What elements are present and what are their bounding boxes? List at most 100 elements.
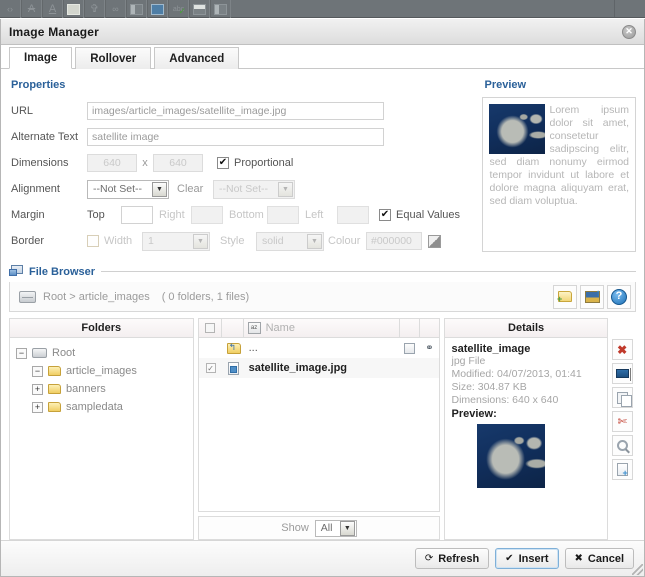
folder-icon <box>48 384 61 394</box>
url-row: URL images/article_images/satellite_imag… <box>9 99 474 123</box>
unlink-icon[interactable]: ∞ <box>105 0 126 18</box>
border-row: Border ✓ Width 1 ▼ Style solid ▼ Colour … <box>9 229 474 253</box>
view-icon[interactable] <box>611 435 633 456</box>
margin-bottom-label: Bottom <box>229 209 264 221</box>
source-code-icon[interactable]: ‹› <box>0 0 21 18</box>
copy-icon[interactable] <box>611 387 633 408</box>
new-folder-icon[interactable]: + <box>553 284 577 309</box>
equal-values-checkbox[interactable]: ✔ <box>379 209 391 221</box>
tree-node-article-images[interactable]: − article_images <box>14 362 189 380</box>
browser-toolbar: + ? <box>550 284 631 309</box>
tree-node-root[interactable]: − Root <box>14 344 189 362</box>
clear-label: Clear <box>177 183 204 195</box>
margin-top-input[interactable] <box>121 206 153 224</box>
file-name[interactable]: ... <box>245 342 400 354</box>
equal-values-label: Equal Values <box>396 209 461 221</box>
tree-node-banners[interactable]: + banners <box>14 380 189 398</box>
insert-image-icon[interactable] <box>147 0 168 18</box>
margin-label: Margin <box>11 209 45 221</box>
cut-icon[interactable]: ✄ <box>611 411 633 432</box>
alternate-text-input[interactable]: satellite image <box>87 128 384 146</box>
margin-bottom-input[interactable] <box>267 206 299 224</box>
tab-advanced[interactable]: Advanced <box>154 47 240 69</box>
name-header[interactable]: az Name <box>243 318 401 338</box>
insert-button[interactable]: ✔ Insert <box>495 548 559 569</box>
file-browser-heading: File Browser <box>29 265 96 278</box>
dialog-title-bar: Image Manager ✕ <box>1 19 644 45</box>
expand-toggle-icon[interactable]: + <box>32 383 43 395</box>
help-icon[interactable]: ? <box>607 284 631 309</box>
paste-icon[interactable] <box>611 459 633 480</box>
height-input[interactable]: 640 <box>153 154 203 172</box>
detail-modified: Modified: 04/07/2013, 01:41 <box>451 368 582 380</box>
url-label: URL <box>11 105 34 117</box>
folders-tree: − Root − article_images + banners + samp… <box>9 338 194 540</box>
row-checkbox-cell[interactable]: ✓ <box>199 363 223 373</box>
expand-toggle-icon[interactable]: + <box>32 401 43 413</box>
margin-left-input[interactable] <box>337 206 369 224</box>
list-item[interactable]: ... ⚭ <box>199 338 440 358</box>
tree-node-sampledata[interactable]: + sampledata <box>14 398 189 416</box>
refresh-label: Refresh <box>438 552 480 565</box>
cancel-button[interactable]: ✖ Cancel <box>564 548 634 569</box>
breadcrumb[interactable]: Root > article_images <box>43 291 150 303</box>
border-style-label: Style <box>220 235 245 247</box>
alternate-text-label: Alternate Text <box>11 131 79 143</box>
list-item[interactable]: ✓ satellite_image.jpg <box>198 358 440 378</box>
refresh-button[interactable]: ⟳ Refresh <box>414 548 490 569</box>
strikethrough-icon[interactable]: A <box>21 0 42 18</box>
horizontal-rule-icon[interactable] <box>126 0 147 18</box>
border-width-select[interactable]: 1 ▼ <box>142 231 210 251</box>
chevron-down-icon: ▼ <box>278 181 293 197</box>
preview-image <box>489 104 546 154</box>
show-select[interactable]: All ▼ <box>314 519 357 537</box>
item-count: ( 0 folders, 1 files) <box>161 290 250 303</box>
upload-image-icon[interactable] <box>580 284 604 309</box>
detail-icon[interactable] <box>399 342 419 354</box>
border-colour-label: Colour <box>328 235 361 247</box>
collapse-toggle-icon[interactable]: − <box>16 347 27 359</box>
image-manager-dialog: Image Manager ✕ Image Rollover Advanced … <box>0 19 645 577</box>
border-checkbox[interactable]: ✓ <box>87 235 99 247</box>
close-icon[interactable]: ✕ <box>622 24 636 39</box>
page-title: Image Manager <box>9 24 99 39</box>
preview-heading: Preview <box>484 79 527 91</box>
alignment-select[interactable]: --Not Set-- ▼ <box>87 179 169 199</box>
tab-image[interactable]: Image <box>9 47 73 69</box>
browser-columns: Folders − Root − article_images + banner… <box>9 318 636 540</box>
url-input[interactable]: images/article_images/satellite_image.jp… <box>87 102 384 120</box>
spellcheck-icon[interactable]: abc ✓ <box>168 0 189 18</box>
table-icon[interactable] <box>189 0 210 18</box>
proportional-label: Proportional <box>234 157 294 169</box>
pagebreak-icon[interactable]: ✞ <box>84 0 105 18</box>
dialog-footer: ⟳ Refresh ✔ Insert ✖ Cancel <box>1 540 644 576</box>
proportional-checkbox[interactable]: ✔ <box>217 157 229 169</box>
row-checkbox[interactable]: ✓ <box>205 363 216 373</box>
margin-row: Margin Top Right Bottom Left ✔ Equal Val… <box>9 203 474 227</box>
detail-preview-image <box>477 424 546 488</box>
width-input[interactable]: 640 <box>87 154 137 172</box>
rename-icon[interactable] <box>611 363 633 384</box>
margin-right-input[interactable] <box>191 206 223 224</box>
margin-right-label: Right <box>159 209 185 221</box>
preview-binoculars-icon[interactable]: ⚭ <box>419 343 439 354</box>
tab-rollover[interactable]: Rollover <box>75 47 152 69</box>
template-icon[interactable] <box>210 0 231 18</box>
chevron-down-icon: ▼ <box>152 181 167 197</box>
resize-grip[interactable] <box>632 564 643 575</box>
select-all-checkbox[interactable] <box>204 323 215 333</box>
border-label: Border <box>11 235 45 247</box>
files-column: az Name ... ⚭ <box>197 318 441 540</box>
border-style-select[interactable]: solid ▼ <box>256 231 324 251</box>
colour-picker-icon[interactable] <box>428 234 441 248</box>
detail-preview-label: Preview: <box>451 408 497 420</box>
legend-rule <box>101 271 636 272</box>
file-name[interactable]: satellite_image.jpg <box>245 362 400 374</box>
readmore-icon[interactable] <box>63 0 84 18</box>
collapse-toggle-icon[interactable]: − <box>32 365 43 377</box>
underline-icon[interactable]: A <box>42 0 63 18</box>
select-all-header[interactable] <box>197 318 222 338</box>
clear-select[interactable]: --Not Set-- ▼ <box>213 179 295 199</box>
delete-icon[interactable]: ✖ <box>611 339 633 360</box>
border-colour-input[interactable]: #000000 <box>366 232 422 250</box>
